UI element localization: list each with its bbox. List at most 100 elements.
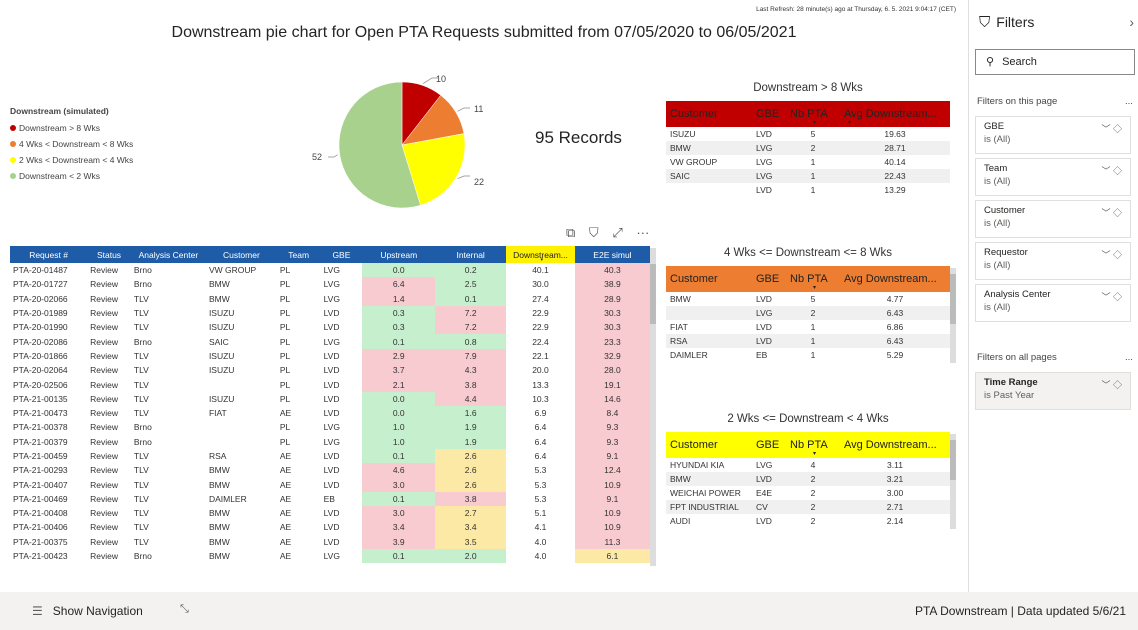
legend-label: Downstream < 2 Wks <box>19 171 101 181</box>
table-row[interactable]: PTA-20-01989 Review TLV ISUZU PL LVD 0.3 7.2 22.… <box>10 305 650 321</box>
col-header-nb-pta[interactable]: Nb PTA ▾ <box>786 432 840 458</box>
table-row[interactable]: BMW LVG 2 28.71 <box>666 141 950 155</box>
table-row[interactable]: BMW LVD 2 3.21 <box>666 472 950 486</box>
chevron-down-icon[interactable]: ﹀ ◇ <box>1101 122 1122 135</box>
chevron-down-icon[interactable]: ﹀ ◇ <box>1101 248 1122 261</box>
col-header-customer[interactable]: Customer <box>666 101 752 127</box>
legend-item[interactable]: Downstream > 8 Wks <box>10 120 133 136</box>
more-options-icon[interactable]: ... <box>1125 96 1133 107</box>
col-header-gbe[interactable]: GBE <box>752 432 786 458</box>
table-row[interactable]: PTA-20-01727 Review Brno BMW PL LVG 6.4 2.5 30.0… <box>10 277 650 292</box>
legend-item[interactable]: 4 Wks < Downstream < 8 Wks <box>10 136 133 152</box>
col-header-internal[interactable]: Internal <box>435 246 507 263</box>
table-row[interactable]: PTA-21-00379 Review Brno PL LVG 1.0 1.9 6.4 9.3 <box>10 434 650 449</box>
table-cell: PL <box>279 393 291 404</box>
filter-card[interactable]: GBE is (All) ﹀ ◇ <box>975 116 1131 154</box>
table-row[interactable]: PTA-21-00469 Review TLV DAIMLER AE EB 0.1 3.8 5.… <box>10 491 650 507</box>
more-options-icon[interactable]: ··· <box>636 225 649 240</box>
table-row[interactable]: LVD 1 13.29 <box>666 183 950 197</box>
legend-item[interactable]: Downstream < 2 Wks <box>10 168 133 184</box>
filter-card-time-range[interactable]: Time Range is Past Year ﹀ ◇ <box>975 372 1131 410</box>
table-row[interactable]: RSA LVD 1 6.43 <box>666 334 950 348</box>
scroll-thumb[interactable] <box>950 274 956 324</box>
table-cell: 40.14 <box>884 157 906 167</box>
col-header-team[interactable]: Team <box>276 246 321 263</box>
scrollbar[interactable] <box>950 434 956 529</box>
table-row[interactable]: PTA-21-00293 Review TLV BMW AE LVD 4.6 2.6 5.3 12… <box>10 463 650 478</box>
table-row[interactable]: PTA-20-01487 Review Brno VW GROUP PL LVG 0.0 0.… <box>10 263 650 278</box>
filter-card[interactable]: Team is (All) ﹀ ◇ <box>975 158 1131 196</box>
table-row[interactable]: PTA-21-00423 Review Brno BMW AE LVG 0.1 2.0 4.0 6… <box>10 548 650 564</box>
table-row[interactable]: FPT INDUSTRIAL CV 2 2.71 <box>666 500 950 514</box>
col-header-gbe[interactable]: GBE <box>752 101 786 127</box>
col-header-nb-pta[interactable]: Nb PTA ▾ <box>786 266 840 292</box>
table-row[interactable]: PTA-20-02086 Review Brno SAIC PL LVG 0.1 0.8 22.… <box>10 334 650 349</box>
col-header-downstream[interactable]: Downstream... ▾ <box>506 246 575 263</box>
chevron-down-icon[interactable]: ﹀ ◇ <box>1101 164 1122 177</box>
table-row[interactable]: PTA-21-00459 Review TLV RSA AE LVD 0.1 2.6 6.4 9.… <box>10 448 650 464</box>
col-header-e2e[interactable]: E2E simul <box>574 246 650 263</box>
table-row[interactable]: PTA-20-02064 Review TLV ISUZU PL LVD 3.7 4.3 20.… <box>10 363 650 378</box>
table-row[interactable]: PTA-21-00408 Review TLV BMW AE LVD 3.0 2.7 5.1 10… <box>10 506 650 521</box>
filter-card[interactable]: Analysis Center is (All) ﹀ ◇ <box>975 284 1131 322</box>
table-cell: 0.1 <box>435 291 507 306</box>
more-options-icon[interactable]: ... <box>1125 352 1133 363</box>
col-header-avg-downstream[interactable]: Avg Downstream... <box>840 432 950 458</box>
chevron-down-icon[interactable]: ﹀ ◇ <box>1101 290 1122 303</box>
show-navigation-button[interactable]: ☰ Show Navigation <box>32 604 143 618</box>
filters-search-input[interactable]: ⚲ Search <box>975 49 1135 75</box>
col-header-avg-downstream[interactable]: Avg Downstream... ▾ <box>840 101 950 127</box>
table-row[interactable]: PTA-21-00406 Review TLV BMW AE LVD 3.4 3.4 4.1 10… <box>10 520 650 535</box>
col-header-customer[interactable]: Customer <box>666 266 752 292</box>
filter-card[interactable]: Customer is (All) ﹀ ◇ <box>975 200 1131 238</box>
col-header-status[interactable]: Status <box>87 246 131 263</box>
col-header-request[interactable]: Request # <box>10 246 88 263</box>
copy-icon[interactable]: ⧉ <box>566 225 575 240</box>
legend-item[interactable]: 2 Wks < Downstream < 4 Wks <box>10 152 133 168</box>
table-row[interactable]: PTA-20-01866 Review TLV ISUZU PL LVD 2.9 7.9 22.… <box>10 348 650 364</box>
search-icon: ⚲ <box>986 56 995 68</box>
downstream-pie-chart[interactable]: 10 11 22 52 <box>300 70 520 220</box>
table-row[interactable]: FIAT LVD 1 6.86 <box>666 320 950 334</box>
table-cell: BMW <box>666 141 752 155</box>
table-row[interactable]: DAIMLER EB 1 5.29 <box>666 348 950 362</box>
col-header-gbe[interactable]: GBE <box>752 266 786 292</box>
focus-mode-icon[interactable]: ⤢ <box>612 225 622 240</box>
col-header-customer[interactable]: Customer <box>205 246 277 263</box>
table-row[interactable]: SAIC LVG 1 22.43 <box>666 169 950 183</box>
table-row[interactable]: WEICHAI POWER E4E 2 3.00 <box>666 486 950 500</box>
table-cell: 13.29 <box>884 185 906 195</box>
scroll-thumb[interactable] <box>950 440 956 480</box>
table-row[interactable]: PTA-20-02066 Review TLV BMW PL LVG 1.4 0.1 27.4 2… <box>10 291 650 306</box>
table-row[interactable]: ISUZU LVD 5 19.63 <box>666 127 950 141</box>
collapse-icon[interactable]: ⤡ <box>180 603 189 616</box>
table-row[interactable]: PTA-21-00375 Review TLV BMW AE LVD 3.9 3.5 4.0 11… <box>10 534 650 549</box>
col-header-gbe[interactable]: GBE <box>320 246 363 263</box>
scrollbar[interactable] <box>650 248 656 566</box>
table-row[interactable]: AUDI LVD 2 2.14 <box>666 514 950 528</box>
col-header-customer[interactable]: Customer <box>666 432 752 458</box>
table-row[interactable]: VW GROUP LVG 1 40.14 <box>666 155 950 169</box>
col-header-upstream[interactable]: Upstream <box>362 246 436 263</box>
col-header-avg-downstream[interactable]: Avg Downstream... <box>840 266 950 292</box>
table-row[interactable]: PTA-21-00378 Review Brno PL LVG 1.0 1.9 6.4 9.3 <box>10 420 650 435</box>
table-row[interactable]: PTA-20-01990 Review TLV ISUZU PL LVD 0.3 7.2 22.… <box>10 320 650 335</box>
filter-card[interactable]: Requestor is (All) ﹀ ◇ <box>975 242 1131 280</box>
scrollbar[interactable] <box>950 268 956 363</box>
col-header-nb-pta[interactable]: Nb PTA ▾ <box>786 101 840 127</box>
table-row[interactable]: PTA-20-02506 Review TLV PL LVD 2.1 3.8 13.3 19.1 <box>10 377 650 392</box>
table-row[interactable]: LVG 2 6.43 <box>666 306 950 320</box>
table-row[interactable]: PTA-21-00473 Review TLV FIAT AE LVD 0.0 1.6 6.9 8… <box>10 405 650 421</box>
table-row[interactable]: PTA-21-00407 Review TLV BMW AE LVD 3.0 2.6 5.3 10… <box>10 477 650 492</box>
table-row[interactable]: BMW LVD 5 4.77 <box>666 292 950 306</box>
table-row[interactable]: PTA-21-00135 Review TLV ISUZU PL LVD 0.0 4.4 10.… <box>10 391 650 406</box>
chevron-down-icon[interactable]: ﹀ ◇ <box>1101 206 1122 219</box>
col-header-analysis-center[interactable]: Analysis Center <box>130 246 206 263</box>
filter-icon[interactable]: ⛉ <box>589 225 599 240</box>
chevron-right-icon[interactable]: › <box>1129 14 1134 30</box>
chevron-down-icon[interactable]: ﹀ ◇ <box>1101 378 1122 391</box>
table-row[interactable]: HYUNDAI KIA LVG 4 3.11 <box>666 458 950 472</box>
table-cell: 2.0 <box>435 548 507 564</box>
table-cell: 11.3 <box>574 534 650 549</box>
scroll-thumb[interactable] <box>650 264 656 324</box>
